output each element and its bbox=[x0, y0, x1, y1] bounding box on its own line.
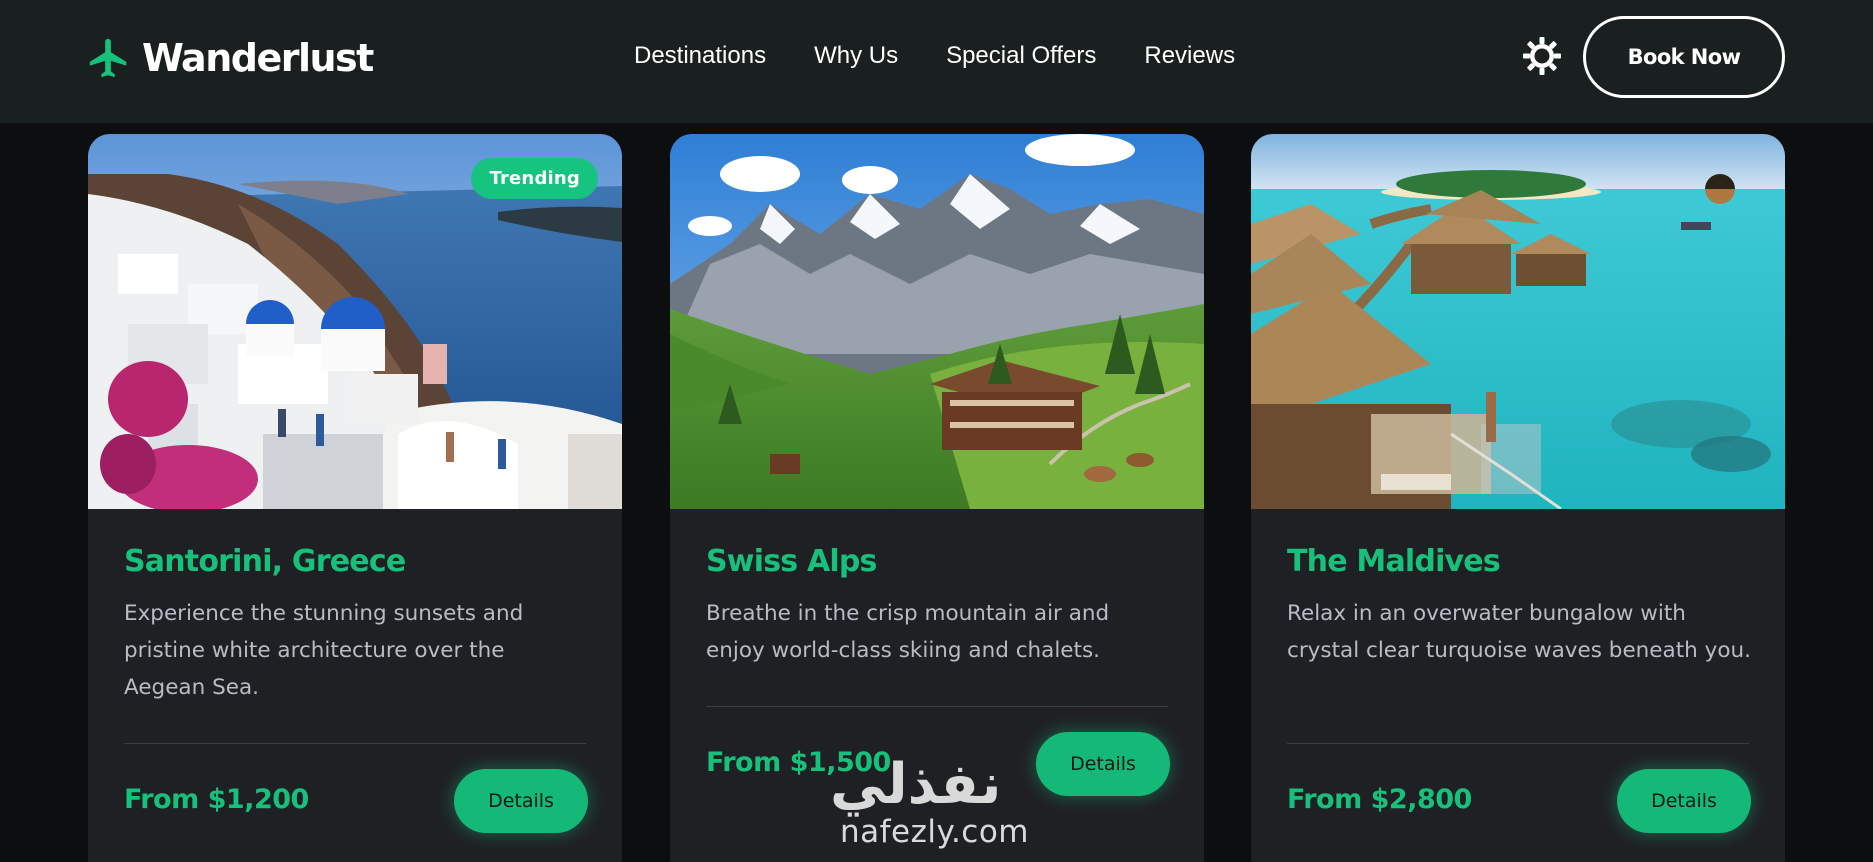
destination-card-maldives: The Maldives Relax in an overwater bunga… bbox=[1251, 134, 1785, 862]
card-title: The Maldives bbox=[1287, 544, 1501, 579]
airplane-icon bbox=[89, 38, 127, 78]
card-description: Breathe in the crisp mountain air and en… bbox=[706, 601, 1110, 663]
card-price: From $1,200 bbox=[124, 784, 309, 815]
card-title: Santorini, Greece bbox=[124, 544, 406, 579]
theme-toggle-button[interactable] bbox=[1521, 35, 1563, 77]
details-button[interactable]: Details bbox=[1036, 732, 1170, 796]
card-divider bbox=[706, 706, 1168, 707]
swiss-alps-photo bbox=[670, 134, 1204, 509]
brand-logo[interactable]: Wanderlust bbox=[86, 34, 374, 82]
book-now-button[interactable]: Book Now bbox=[1583, 16, 1785, 98]
destination-card-swiss-alps: Swiss Alps Breathe in the crisp mountain… bbox=[670, 134, 1204, 862]
sun-icon bbox=[1523, 37, 1561, 75]
card-description: Relax in an overwater bungalow with crys… bbox=[1287, 601, 1751, 663]
main-nav: Destinations Why Us Special Offers Revie… bbox=[634, 40, 1235, 72]
brand-name: Wanderlust bbox=[142, 36, 374, 80]
nav-special-offers[interactable]: Special Offers bbox=[946, 40, 1096, 72]
card-divider bbox=[1287, 743, 1749, 744]
site-header: Wanderlust Destinations Why Us Special O… bbox=[0, 0, 1873, 123]
trending-badge: Trending bbox=[471, 158, 598, 199]
nav-destinations[interactable]: Destinations bbox=[634, 40, 766, 72]
favorite-toggle[interactable] bbox=[1705, 174, 1735, 204]
card-description: Experience the stunning sunsets and pris… bbox=[124, 601, 524, 700]
card-title: Swiss Alps bbox=[706, 544, 877, 579]
details-button[interactable]: Details bbox=[1617, 769, 1751, 833]
card-price: From $1,500 bbox=[706, 747, 891, 778]
nav-why-us[interactable]: Why Us bbox=[814, 40, 898, 72]
nav-reviews[interactable]: Reviews bbox=[1144, 40, 1235, 72]
details-button[interactable]: Details bbox=[454, 769, 588, 833]
card-price: From $2,800 bbox=[1287, 784, 1472, 815]
card-divider bbox=[124, 743, 586, 744]
destination-card-santorini: Trending Santorini, Greece Experience th… bbox=[88, 134, 622, 862]
